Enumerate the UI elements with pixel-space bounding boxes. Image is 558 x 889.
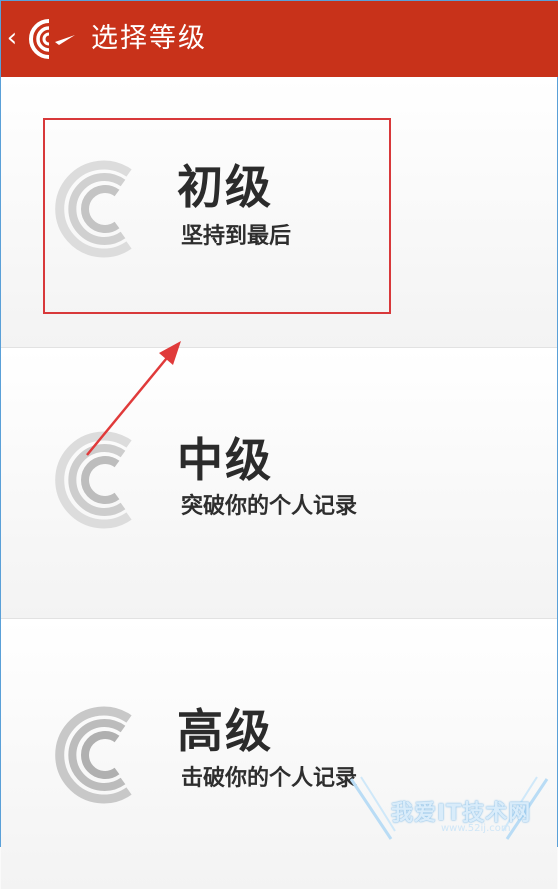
app-logo-icon (29, 19, 75, 59)
top-bar: ‹ 选择等级 (1, 1, 558, 77)
chevron-left-icon[interactable]: ‹ (5, 23, 19, 53)
level-logo-icon (55, 706, 132, 804)
page-title: 选择等级 (91, 23, 207, 54)
level-item-advanced[interactable]: 高级 击破你的个人记录 (1, 619, 557, 889)
level-description: 击破你的个人记录 (181, 766, 358, 791)
highlight-box (43, 118, 391, 314)
annotation-arrow-icon (86, 341, 181, 456)
watermark-url: www.52ij.com (441, 823, 511, 834)
level-description: 突破你的个人记录 (181, 494, 358, 519)
level-name: 高级 (177, 704, 273, 758)
